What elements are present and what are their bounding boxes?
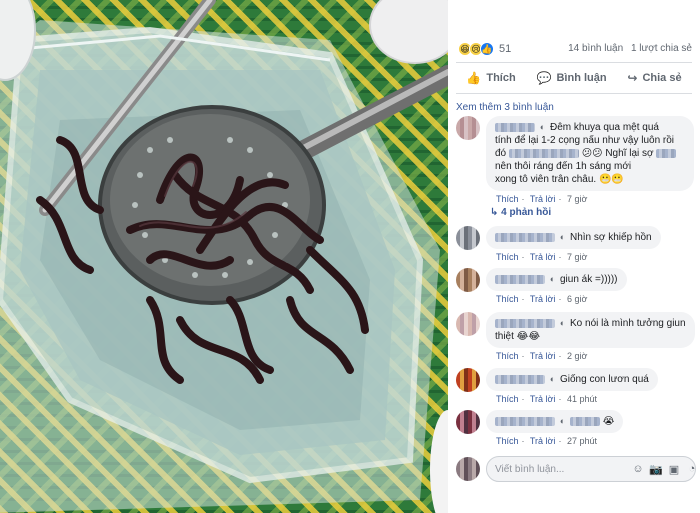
comment-text: xong tô viên trân châu. 😬😬	[495, 174, 624, 185]
speech-bubble-icon: 💬	[536, 71, 552, 85]
comment-text: 😭	[602, 416, 615, 427]
like-button[interactable]: 👍 Thích	[466, 71, 515, 85]
comment-time[interactable]: 41 phút	[567, 394, 597, 404]
comment-text: nên thôi ráng đến 1h sáng mới	[495, 161, 632, 172]
redacted-name[interactable]	[495, 274, 545, 284]
comment-time[interactable]: 7 giờ	[567, 194, 587, 204]
comment-item: ◐ Giống con lươn quá Thích · Trả lời · 41 …	[456, 368, 658, 404]
avatar[interactable]	[456, 268, 480, 292]
comment-item: ◐ giun ák =))))) Thích · Trả lời · 6 giờ	[456, 268, 627, 304]
comment-reply-link[interactable]: Trả lời	[530, 252, 556, 262]
redacted-icon: ◐	[549, 274, 556, 284]
comment-time[interactable]: 2 giờ	[567, 351, 587, 361]
comment-input[interactable]	[495, 463, 627, 475]
comment-time[interactable]: 27 phút	[567, 436, 597, 446]
share-arrow-icon: ↪	[627, 71, 638, 85]
comment-time[interactable]: 7 giờ	[567, 252, 587, 262]
comment-text: Ko nói là mình tưởng giun	[570, 318, 686, 329]
reaction-count: 51	[499, 43, 512, 55]
avatar[interactable]	[456, 312, 480, 336]
comment-tools: ☺ 📷 ▣ ◔	[627, 462, 699, 476]
camera-icon[interactable]: 📷	[649, 462, 663, 476]
comment-meta: Thích · Trả lời · 7 giờ	[496, 194, 588, 204]
avatar[interactable]	[456, 410, 480, 434]
comment-meta: Thích · Trả lời · 2 giờ	[496, 351, 588, 361]
share-button-label: Chia sẻ	[642, 72, 682, 84]
emoji-icon[interactable]: ☺	[631, 462, 645, 476]
comment-item: ◐ Đêm khuya qua mệt quá tính để lại 1-2 …	[456, 116, 694, 204]
comment-meta: Thích · Trả lời · 6 giờ	[496, 294, 588, 304]
post-photo[interactable]	[0, 0, 448, 513]
current-user-avatar[interactable]	[456, 457, 480, 481]
redacted-name[interactable]	[495, 232, 555, 242]
comment-button[interactable]: 💬 Bình luận	[537, 71, 607, 85]
comment-like-link[interactable]: Thích	[496, 194, 519, 204]
photo-illustration	[0, 0, 448, 513]
comments-panel: 😆 😢 👍 51 14 bình luận 1 lượt chia sẻ 👍 T…	[448, 0, 700, 513]
sticker-icon[interactable]: ◔	[685, 462, 699, 476]
avatar[interactable]	[456, 226, 480, 250]
comment-text: Giống con lươn quá	[560, 374, 649, 385]
comment-input-wrap[interactable]: ☺ 📷 ▣ ◔	[486, 456, 696, 482]
like-reaction-icon: 👍	[480, 42, 494, 56]
post-actions: 👍 Thích 💬 Bình luận ↪ Chia sẻ	[456, 62, 692, 94]
avatar[interactable]	[456, 116, 480, 140]
comment-count[interactable]: 14 bình luận	[568, 43, 623, 54]
comment-bubble: ◐ Đêm khuya qua mệt quá tính để lại 1-2 …	[486, 116, 694, 191]
redacted-icon: ◐	[559, 232, 566, 242]
comment-text: Đêm khuya qua mệt quá	[550, 122, 659, 133]
thumbs-up-icon: 👍	[466, 71, 482, 85]
comment-text: Nhìn sợ khiếp hồn	[570, 232, 652, 243]
comment-reply-link[interactable]: Trả lời	[530, 294, 556, 304]
redacted-name[interactable]	[495, 416, 555, 426]
comment-bubble: ◐ 😭	[486, 410, 624, 433]
comment-time[interactable]: 6 giờ	[567, 294, 587, 304]
redacted-name[interactable]	[495, 318, 555, 328]
post-counts: 14 bình luận 1 lượt chia sẻ	[563, 43, 692, 54]
avatar[interactable]	[456, 368, 480, 392]
comment-reply-link[interactable]: Trả lời	[530, 194, 556, 204]
write-comment-box: ☺ 📷 ▣ ◔	[456, 456, 696, 482]
comment-like-link[interactable]: Thích	[496, 394, 519, 404]
comment-bubble: ◐ Giống con lươn quá	[486, 368, 658, 391]
comment-meta: Thích · Trả lời · 41 phút	[496, 394, 597, 404]
comment-like-link[interactable]: Thích	[496, 252, 519, 262]
comment-button-label: Bình luận	[556, 72, 607, 84]
view-more-comments-link[interactable]: Xem thêm 3 bình luận	[456, 102, 554, 113]
gif-icon[interactable]: ▣	[667, 462, 681, 476]
share-count[interactable]: 1 lượt chia sẻ	[631, 43, 692, 54]
comment-bubble: ◐ Nhìn sợ khiếp hồn	[486, 226, 661, 249]
comment-item: ◐ Nhìn sợ khiếp hồn Thích · Trả lời · 7 gi…	[456, 226, 661, 262]
redacted-icon: ◐	[559, 318, 566, 328]
comment-like-link[interactable]: Thích	[496, 294, 519, 304]
comment-item: ◐ Ko nói là mình tưởng giun thiệt 😂😂 Thí…	[456, 312, 695, 361]
comment-like-link[interactable]: Thích	[496, 351, 519, 361]
view-replies-link[interactable]: ↳ 4 phản hồi	[490, 207, 551, 218]
comment-like-link[interactable]: Thích	[496, 436, 519, 446]
redacted-icon: ◐	[539, 122, 546, 132]
comment-item: ◐ 😭 Thích · Trả lời · 27 phút	[456, 410, 624, 446]
replies-label: 4 phản hồi	[501, 207, 552, 218]
redacted-icon: ◐	[549, 374, 556, 384]
redacted-text	[656, 148, 677, 158]
comment-text: Nghĩ lại sợ	[605, 148, 654, 159]
redacted-icon: ◐	[559, 416, 566, 426]
redacted-text	[570, 416, 600, 426]
like-button-label: Thích	[486, 72, 516, 84]
redacted-tag[interactable]	[508, 148, 579, 158]
comment-text: thiệt 😂😂	[495, 331, 541, 342]
comment-emoji: 😕😕	[581, 148, 603, 159]
redacted-name[interactable]	[495, 374, 545, 384]
comment-meta: Thích · Trả lời · 27 phút	[496, 436, 597, 446]
comment-reply-link[interactable]: Trả lời	[530, 351, 556, 361]
comment-text: giun ák =)))))	[560, 274, 618, 285]
comment-reply-link[interactable]: Trả lời	[530, 394, 556, 404]
share-button[interactable]: ↪ Chia sẻ	[627, 71, 681, 85]
comment-bubble: ◐ Ko nói là mình tưởng giun thiệt 😂😂	[486, 312, 695, 348]
reaction-summary[interactable]: 😆 😢 👍 51	[458, 42, 511, 56]
comment-reply-link[interactable]: Trả lời	[530, 436, 556, 446]
redacted-name[interactable]	[495, 122, 535, 132]
comment-bubble: ◐ giun ák =)))))	[486, 268, 627, 291]
comment-meta: Thích · Trả lời · 7 giờ	[496, 252, 588, 262]
